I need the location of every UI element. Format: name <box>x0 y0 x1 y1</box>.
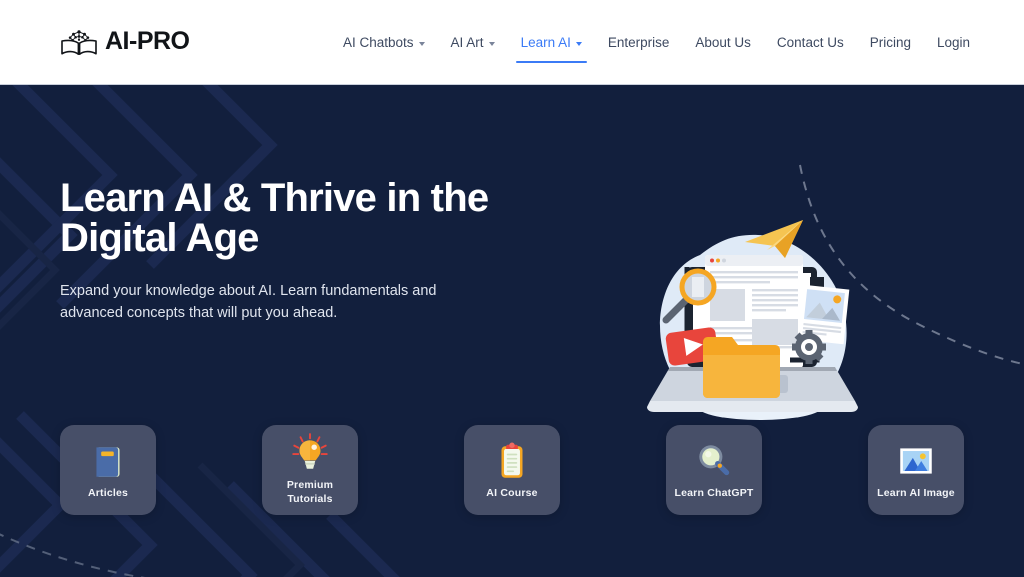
nav-label: Contact Us <box>776 34 844 50</box>
chevron-down-icon <box>575 41 582 46</box>
logo[interactable]: AI-PRO <box>60 24 190 58</box>
nav-label: AI Chatbots <box>343 34 414 50</box>
nav-label: Enterprise <box>607 34 670 50</box>
nav-item-contact-us[interactable]: Contact Us <box>764 0 857 85</box>
nav-item-ai-chatbots[interactable]: AI Chatbots <box>330 0 438 85</box>
nav-label: Learn AI <box>520 34 571 50</box>
main-navigation: AI Chatbots AI Art Learn AI Enterprise A… <box>330 0 983 85</box>
hero-illustration <box>647 220 858 420</box>
magnifier-icon <box>699 445 730 476</box>
chevron-down-icon <box>488 41 495 46</box>
card-label: AI Course <box>486 486 538 499</box>
hero-title-line-1: Learn AI & Thrive in the <box>60 176 489 220</box>
clipboard-icon <box>501 442 523 478</box>
page-title: Learn AI & Thrive in the Digital Age <box>60 178 530 258</box>
active-nav-underline <box>515 60 587 63</box>
lightbulb-icon <box>292 433 328 470</box>
book-icon <box>96 447 120 477</box>
nav-item-ai-art[interactable]: AI Art <box>438 0 508 85</box>
hero-copy: Learn AI & Thrive in the Digital Age Exp… <box>60 178 530 325</box>
card-learn-ai-image[interactable]: Learn AI Image <box>868 425 964 515</box>
card-premium-tutorials[interactable]: Premium Tutorials <box>262 425 358 515</box>
hero-title-line-2: Digital Age <box>60 216 259 260</box>
nav-label: AI Art <box>450 34 484 50</box>
logo-text: AI-PRO <box>105 26 190 55</box>
card-articles[interactable]: Articles <box>60 425 156 515</box>
hero-subtitle: Expand your knowledge about AI. Learn fu… <box>60 283 437 322</box>
nav-item-about-us[interactable]: About Us <box>682 0 764 85</box>
nav-label: Login <box>936 34 971 50</box>
card-ai-course[interactable]: AI Course <box>464 425 560 515</box>
card-label: Articles <box>87 486 129 499</box>
nav-item-pricing[interactable]: Pricing <box>857 0 924 85</box>
nav-label: Pricing <box>869 34 911 50</box>
card-label: Premium Tutorials <box>287 479 333 505</box>
site-header: AI-PRO AI Chatbots AI Art Learn AI Enter… <box>0 0 1024 85</box>
card-label: Learn ChatGPT <box>674 486 754 499</box>
card-label-line-1: Premium <box>286 479 334 492</box>
card-label-line-2: Tutorials <box>287 492 333 505</box>
image-picture-icon <box>900 448 932 474</box>
chevron-down-icon <box>418 41 425 46</box>
nav-item-login[interactable]: Login <box>924 0 983 85</box>
card-label: Learn AI Image <box>877 486 955 499</box>
open-book-network-logo-icon <box>61 30 97 55</box>
nav-item-learn-ai[interactable]: Learn AI <box>508 0 595 85</box>
hero-section: Learn AI & Thrive in the Digital Age Exp… <box>0 85 1024 577</box>
nav-label: About Us <box>695 34 751 50</box>
card-learn-chatgpt[interactable]: Learn ChatGPT <box>666 425 762 515</box>
nav-item-enterprise[interactable]: Enterprise <box>595 0 683 85</box>
category-cards: Articles Premium Tutorials AI Course Lea… <box>60 425 964 515</box>
